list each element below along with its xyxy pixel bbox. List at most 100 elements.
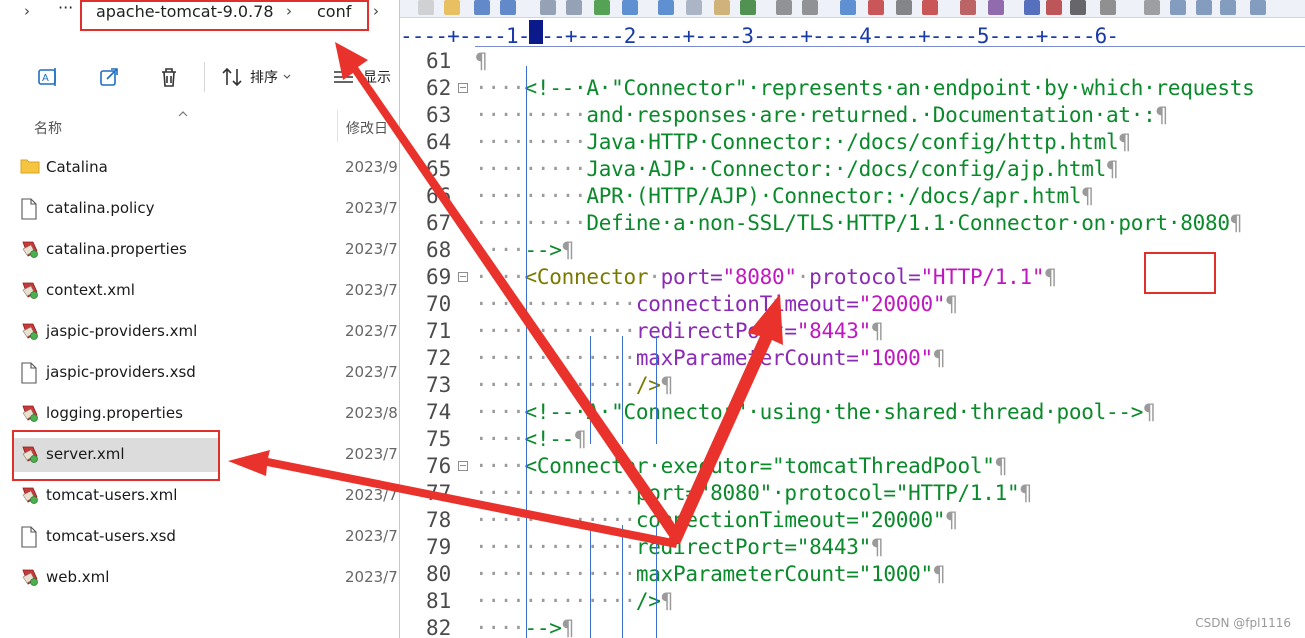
print-preview-icon[interactable] [540,0,556,15]
split-icon[interactable] [1220,0,1236,15]
code-line[interactable]: 72 ·············maxParameterCount="1000"¶ [400,345,1305,372]
file-name: jaspic-providers.xml [46,322,198,340]
code-line[interactable]: 77 ·············port="8080"·protocol="HTT… [400,480,1305,507]
goto-icon[interactable] [922,0,938,15]
code-line[interactable]: 73 ·············/>¶ [400,372,1305,399]
redo-icon[interactable] [802,0,818,15]
file-row[interactable]: logging.properties 2023/8 [0,393,399,434]
file-row[interactable]: web.xml 2023/7, [0,557,399,598]
file-row[interactable]: catalina.properties 2023/7, [0,229,399,270]
new-file-icon[interactable] [418,0,434,15]
wrap-icon[interactable] [1024,0,1040,15]
breadcrumb-expand-chevron-icon[interactable]: › [373,2,379,20]
paste-icon[interactable] [714,0,730,15]
code-token: ········· [475,184,587,208]
code-line[interactable]: 79 ·············redirectPort="8443"¶ [400,534,1305,561]
font-icon[interactable] [960,0,976,15]
code-token: port="8080"·protocol="HTTP/1.1" [635,481,1020,505]
check-icon[interactable] [740,0,756,15]
code-token: and·responses·are·returned.·Documentatio… [586,103,1156,127]
fold-toggle-icon[interactable] [458,272,468,282]
view-button[interactable]: 显示 [333,64,391,90]
code-token: · [796,265,810,289]
file-name: context.xml [46,281,135,299]
file-date: 2023/7, [345,240,399,258]
code-line[interactable]: 81 ·············/>¶ [400,588,1305,615]
file-name: catalina.policy [46,199,155,217]
code-line[interactable]: 62 ····<!--·A·"Connector"·represents·an·e… [400,75,1305,102]
code-token: "20000" [858,292,946,316]
back-chevron-icon[interactable]: › [24,2,30,20]
file-row[interactable]: jaspic-providers.xsd 2023/7, [0,352,399,393]
file-date: 2023/7, [345,486,399,504]
share-button[interactable] [97,64,121,90]
sort-button[interactable]: 排序 [220,64,293,90]
code-line[interactable]: 65 ·········Java·AJP··Connector:·/docs/co… [400,156,1305,183]
copy-icon[interactable] [686,0,702,15]
folder-icon [20,157,40,177]
save-icon[interactable] [474,0,490,15]
print-icon[interactable] [566,0,582,15]
code-line[interactable]: 61 ¶ [400,48,1305,75]
code-line[interactable]: 71 ·············redirectPort="8443"¶ [400,318,1305,345]
file-row[interactable]: tomcat-users.xml 2023/7, [0,475,399,516]
indent-icon[interactable] [1046,0,1062,15]
next-icon[interactable] [1250,0,1266,15]
undo-icon[interactable] [776,0,792,15]
hex-icon[interactable] [988,0,1004,15]
settings-icon[interactable] [1100,0,1116,15]
file-name: logging.properties [46,404,183,422]
delete-button[interactable] [157,64,181,90]
open-folder-icon[interactable] [444,0,460,15]
code-token: redirectPort= [635,319,797,343]
file-row[interactable]: context.xml 2023/7, [0,270,399,311]
column-divider[interactable] [337,110,338,142]
code-token: ¶ [1044,265,1057,289]
code-line[interactable]: 63 ·········and·responses·are·returned.·D… [400,102,1305,129]
column-header-name[interactable]: 名称 [34,118,62,138]
code-token: Java·HTTP·Connector:·/docs/config/http.h… [586,130,1119,154]
line-number: 77 [426,481,452,505]
refresh-icon[interactable] [622,0,638,15]
code-token: ············· [475,319,636,343]
columns-icon[interactable] [1070,0,1086,15]
line-number: 70 [426,292,452,316]
code-line[interactable]: 78 ·············connectionTimeout="20000"… [400,507,1305,534]
code-token: ···· [475,454,525,478]
code-token: · [648,265,661,289]
file-row[interactable]: Catalina 2023/9 [0,147,399,188]
code-line[interactable]: 64 ·········Java·HTTP·Connector:·/docs/co… [400,129,1305,156]
open-icon[interactable] [1144,0,1160,15]
code-line[interactable]: 80 ·············maxParameterCount="1000"¶ [400,561,1305,588]
file-row[interactable]: catalina.policy 2023/7, [0,188,399,229]
line-number: 79 [426,535,452,559]
spellcheck-icon[interactable] [594,0,610,15]
file-row[interactable]: jaspic-providers.xml 2023/7, [0,311,399,352]
window-icon[interactable] [1170,0,1186,15]
code-line[interactable]: 75 ····<!--¶ [400,426,1305,453]
file-name: tomcat-users.xml [46,486,178,504]
code-line[interactable]: 70 ·············connectionTimeout="20000"… [400,291,1305,318]
fold-toggle-icon[interactable] [458,83,468,93]
code-line[interactable]: 74 ····<!--·A·"Connector"·using·the·share… [400,399,1305,426]
tile-icon[interactable] [1196,0,1212,15]
column-header-modified[interactable]: 修改日 [346,118,388,138]
code-line[interactable]: 67 ·········Define·a·non-SSL/TLS·HTTP/1.1… [400,210,1305,237]
more-breadcrumbs-button[interactable]: ··· [58,0,73,17]
replace-icon[interactable] [868,0,884,15]
code-token: ¶ [561,238,575,262]
file-row[interactable]: tomcat-users.xsd 2023/7, [0,516,399,557]
code-area[interactable]: 61 ¶ 62 ····<!--·A·"Connector"·represents·a… [400,48,1305,638]
edit-icon[interactable] [896,0,912,15]
line-text: ·············connectionTimeout="20000"¶ [475,507,958,534]
line-text: ·············/>¶ [475,372,673,399]
find-icon[interactable] [840,0,856,15]
rename-button[interactable]: A [36,64,60,90]
code-token: ········· [475,130,587,154]
code-line[interactable]: 76 ····<Connector·executor="tomcatThreadP… [400,453,1305,480]
code-line[interactable]: 66 ·········APR·(HTTP/AJP)·Connector:·/do… [400,183,1305,210]
paint-brush-icon[interactable] [658,0,674,15]
fold-toggle-icon[interactable] [458,461,468,471]
code-line[interactable]: 82 ····-->¶ [400,615,1305,638]
save-all-icon[interactable] [500,0,516,15]
